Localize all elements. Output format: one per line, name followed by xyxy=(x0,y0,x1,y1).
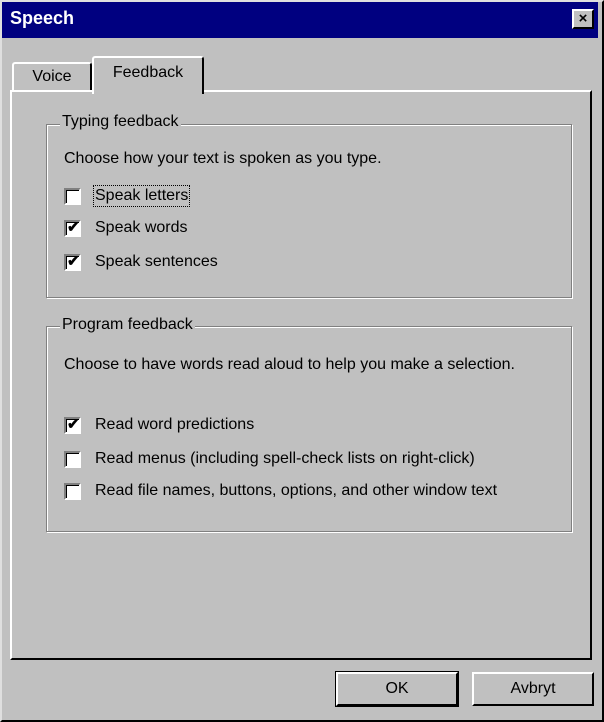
speak-letters-checkbox[interactable] xyxy=(64,188,81,205)
typing-feedback-legend: Typing feedback xyxy=(60,113,181,131)
read-window-text-label[interactable]: Read file names, buttons, options, and o… xyxy=(95,482,497,500)
read-word-predictions-checkbox[interactable]: ✔ xyxy=(64,416,81,434)
read-menus-label[interactable]: Read menus (including spell-check lists … xyxy=(95,450,475,468)
speak-letters-label[interactable]: Speak letters xyxy=(92,185,191,207)
cancel-button[interactable]: Avbryt xyxy=(472,672,594,706)
read-menus-checkbox[interactable] xyxy=(64,451,81,468)
speak-words-label[interactable]: Speak words xyxy=(95,219,188,237)
check-icon: ✔ xyxy=(67,219,80,236)
check-icon: ✔ xyxy=(67,416,80,433)
read-word-predictions-label[interactable]: Read word predictions xyxy=(95,416,254,434)
window-title: Speech xyxy=(10,8,75,28)
close-icon[interactable]: × xyxy=(572,9,594,29)
speak-sentences-checkbox[interactable]: ✔ xyxy=(64,253,81,271)
typing-feedback-description: Choose how your text is spoken as you ty… xyxy=(64,150,382,167)
speak-sentences-label[interactable]: Speak sentences xyxy=(95,253,218,271)
title-bar[interactable]: Speech × xyxy=(2,2,598,38)
tab-feedback[interactable]: Feedback xyxy=(92,56,204,94)
check-icon: ✔ xyxy=(67,253,80,270)
speak-words-checkbox[interactable]: ✔ xyxy=(64,219,81,237)
read-window-text-checkbox[interactable] xyxy=(64,483,81,500)
program-feedback-legend: Program feedback xyxy=(60,316,195,334)
tab-voice[interactable]: Voice xyxy=(12,62,92,90)
ok-button[interactable]: OK xyxy=(335,671,459,707)
program-feedback-description: Choose to have words read aloud to help … xyxy=(64,356,515,373)
